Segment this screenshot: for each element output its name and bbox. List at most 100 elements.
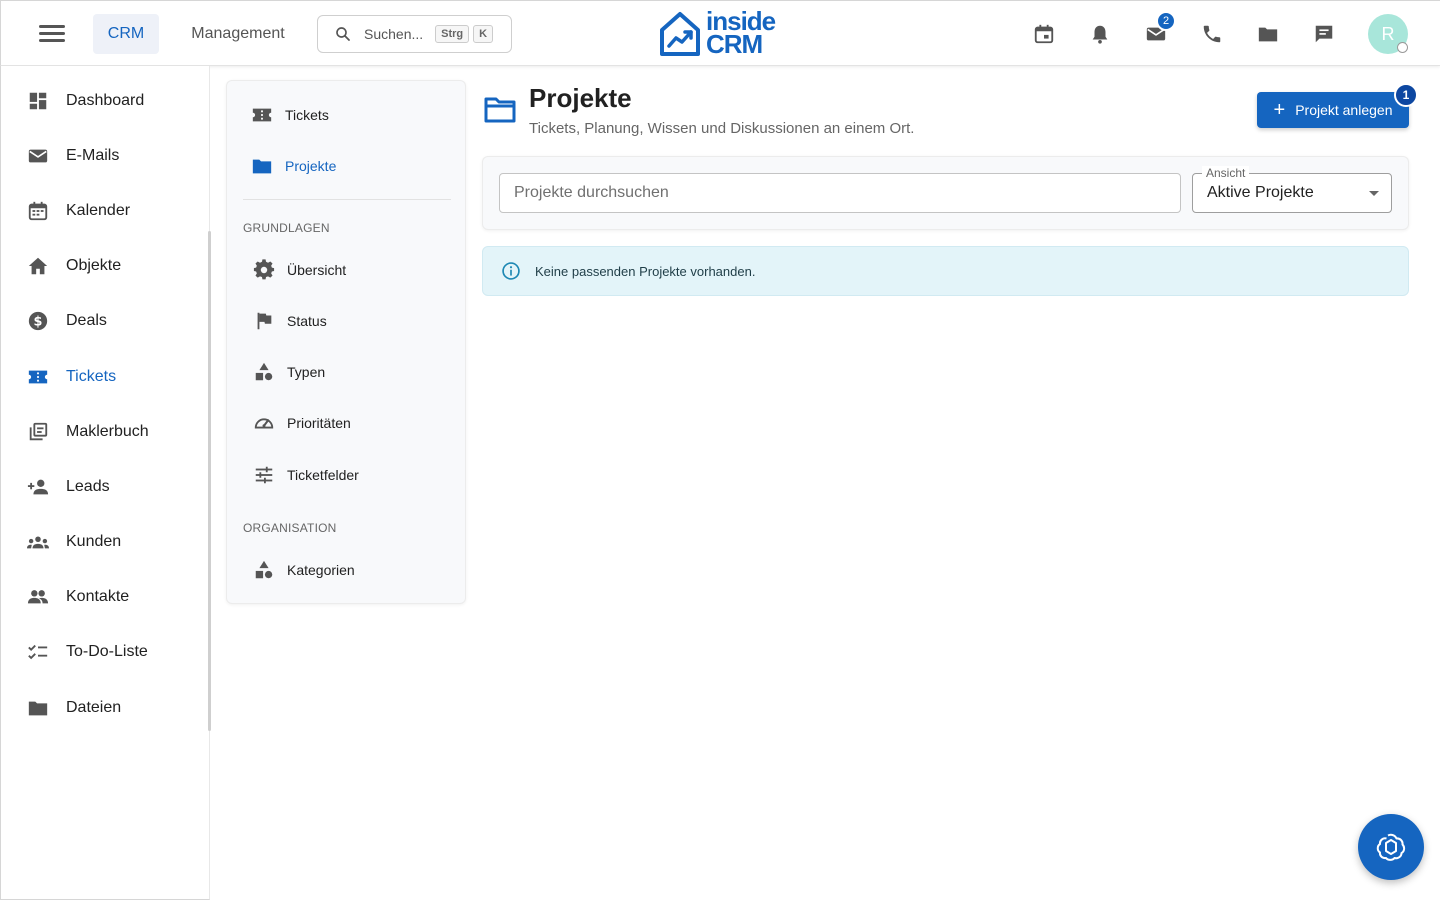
chevron-down-icon bbox=[1369, 191, 1379, 196]
subnav-item-label: Ticketfelder bbox=[287, 467, 359, 483]
subnav-item-ticketfelder[interactable]: Ticketfelder bbox=[227, 455, 465, 495]
folder-outline-icon bbox=[484, 97, 516, 123]
house-icon bbox=[26, 254, 50, 278]
subnav-item-label: Prioritäten bbox=[287, 415, 351, 431]
sidebar-item-kalender[interactable]: Kalender bbox=[1, 189, 206, 233]
subnav-divider bbox=[243, 199, 451, 200]
subnav-item-status[interactable]: Status bbox=[227, 301, 465, 341]
search-icon bbox=[336, 27, 350, 41]
speedometer-icon bbox=[253, 412, 275, 434]
mail-count-badge: 2 bbox=[1156, 11, 1176, 31]
tune-icon bbox=[253, 464, 275, 486]
create-project-label: Projekt anlegen bbox=[1295, 102, 1393, 118]
chat-icon[interactable] bbox=[1311, 21, 1337, 47]
svg-text:$: $ bbox=[34, 315, 43, 330]
shortcut-key-strg: Strg bbox=[435, 25, 470, 43]
info-icon bbox=[501, 261, 521, 281]
sidebar-item-label: Dashboard bbox=[66, 92, 145, 109]
sidebar-item-kontakte[interactable]: Kontakte bbox=[1, 575, 206, 619]
top-bar: CRM Management Suchen... Strg K inside C… bbox=[0, 0, 1440, 66]
sidebar-item-kunden[interactable]: Kunden bbox=[1, 520, 206, 564]
mail-icon[interactable]: 2 bbox=[1143, 11, 1176, 47]
sidebar-item-label: Deals bbox=[66, 312, 107, 329]
sidebar-item-emails[interactable]: E-Mails bbox=[1, 134, 206, 178]
folder-icon bbox=[251, 155, 273, 177]
sidebar-item-objekte[interactable]: Objekte bbox=[1, 244, 206, 288]
bell-icon[interactable] bbox=[1087, 21, 1113, 47]
flag-icon bbox=[253, 310, 275, 332]
dollar-icon: $ bbox=[26, 309, 50, 333]
shapes-icon bbox=[253, 361, 275, 383]
subnav-item-uebersicht[interactable]: Übersicht bbox=[227, 250, 465, 290]
people-icon bbox=[26, 585, 50, 609]
phone-icon[interactable] bbox=[1199, 21, 1225, 47]
ticket-subnav: Tickets Projekte GRUNDLAGEN Übersicht St… bbox=[226, 80, 466, 604]
sidebar-item-label: Kalender bbox=[66, 202, 131, 219]
subnav-item-tickets[interactable]: Tickets bbox=[227, 95, 465, 135]
folder-icon[interactable] bbox=[1255, 21, 1281, 47]
page-title: Projekte bbox=[529, 83, 632, 113]
mail-icon bbox=[26, 144, 50, 168]
ticket-icon bbox=[251, 104, 273, 126]
sidebar-item-dashboard[interactable]: Dashboard bbox=[1, 79, 206, 123]
sidebar-item-dateien[interactable]: Dateien bbox=[1, 686, 206, 730]
view-select-value: Aktive Projekte bbox=[1207, 184, 1314, 201]
tab-management[interactable]: Management bbox=[177, 14, 299, 54]
sidebar-item-label: Kontakte bbox=[66, 588, 130, 605]
sidebar-item-leads[interactable]: Leads bbox=[1, 465, 206, 509]
logo[interactable]: inside CRM bbox=[658, 8, 788, 59]
empty-state-alert: Keine passenden Projekte vorhanden. bbox=[482, 246, 1409, 296]
groups-icon bbox=[26, 530, 50, 554]
folder-icon bbox=[26, 696, 50, 720]
plus-icon: + bbox=[1273, 99, 1286, 121]
subnav-item-prioritaeten[interactable]: Prioritäten bbox=[227, 403, 465, 443]
notification-badge: 1 bbox=[1394, 83, 1418, 107]
section-heading-organisation: ORGANISATION bbox=[243, 521, 337, 535]
sidebar-item-label: Tickets bbox=[66, 368, 117, 385]
sidebar-item-deals[interactable]: $ Deals bbox=[1, 299, 206, 343]
subnav-item-typen[interactable]: Typen bbox=[227, 352, 465, 392]
person-add-icon bbox=[26, 475, 50, 499]
global-search[interactable]: Suchen... Strg K bbox=[317, 15, 512, 53]
dashboard-icon bbox=[26, 89, 50, 113]
sidebar-scrollbar[interactable] bbox=[208, 231, 211, 731]
sidebar-item-label: Dateien bbox=[66, 699, 122, 716]
filter-card: Aktive Projekte Ansicht bbox=[482, 156, 1409, 230]
sidebar-item-label: To-Do-Liste bbox=[66, 643, 148, 660]
ai-assistant-icon bbox=[1376, 833, 1406, 861]
calendar-icon[interactable] bbox=[1031, 21, 1057, 47]
sidebar-item-label: Kunden bbox=[66, 533, 122, 550]
sidebar-item-label: E-Mails bbox=[66, 147, 120, 164]
empty-state-message: Keine passenden Projekte vorhanden. bbox=[535, 263, 756, 279]
subnav-item-label: Übersicht bbox=[287, 262, 347, 278]
ticket-icon bbox=[26, 365, 50, 389]
sidebar-item-label: Leads bbox=[66, 478, 110, 495]
menu-icon[interactable] bbox=[31, 19, 71, 49]
ai-assistant-button[interactable] bbox=[1358, 814, 1424, 880]
sidebar: Dashboard E-Mails Kalender Objekte $ Dea… bbox=[0, 66, 211, 900]
sidebar-item-label: Objekte bbox=[66, 257, 122, 274]
section-heading-grundlagen: GRUNDLAGEN bbox=[243, 221, 330, 235]
create-project-button[interactable]: + Projekt anlegen bbox=[1257, 92, 1409, 128]
sidebar-item-label: Maklerbuch bbox=[66, 423, 149, 440]
subnav-item-projekte[interactable]: Projekte bbox=[227, 146, 465, 186]
subnav-item-label: Kategorien bbox=[287, 562, 355, 578]
checklist-icon bbox=[26, 640, 50, 664]
subnav-item-label: Status bbox=[287, 313, 327, 329]
subnav-item-label: Projekte bbox=[285, 158, 337, 174]
gear-icon bbox=[253, 259, 275, 281]
tab-crm[interactable]: CRM bbox=[93, 14, 159, 54]
subnav-item-label: Typen bbox=[287, 364, 326, 380]
subnav-item-kategorien[interactable]: Kategorien bbox=[227, 550, 465, 590]
status-indicator bbox=[1397, 42, 1408, 53]
logo-line-2: CRM bbox=[706, 29, 763, 59]
sidebar-item-maklerbuch[interactable]: Maklerbuch bbox=[1, 410, 206, 454]
shapes-icon bbox=[253, 559, 275, 581]
sidebar-item-tickets[interactable]: Tickets bbox=[1, 355, 206, 399]
sidebar-item-todo[interactable]: To-Do-Liste bbox=[1, 630, 206, 674]
logo-text: inside CRM bbox=[706, 8, 776, 59]
page-subtitle: Tickets, Planung, Wissen und Diskussione… bbox=[529, 120, 915, 137]
library-icon bbox=[26, 420, 50, 444]
project-search-input[interactable] bbox=[499, 173, 1181, 213]
subnav-item-label: Tickets bbox=[285, 107, 329, 123]
